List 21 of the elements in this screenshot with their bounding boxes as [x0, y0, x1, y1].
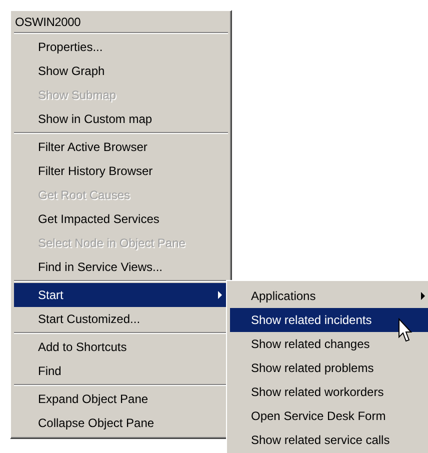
submenu-item[interactable]: Show related service calls — [230, 428, 428, 452]
submenu-item[interactable]: Applications — [230, 284, 428, 308]
submenu-item[interactable]: Show related changes — [230, 332, 428, 356]
menu-item[interactable]: Start Customized... — [14, 307, 228, 331]
menu-item[interactable]: Filter Active Browser — [14, 135, 228, 159]
menu-item[interactable]: Properties... — [14, 35, 228, 59]
menu-item[interactable]: Get Impacted Services — [14, 207, 228, 231]
menu-item[interactable]: Collapse Object Pane — [14, 411, 228, 435]
menu-item[interactable]: Find in Service Views... — [14, 255, 228, 279]
submenu-item[interactable]: Show related workorders — [230, 380, 428, 404]
menu-item[interactable]: Show Graph — [14, 59, 228, 83]
menu-item[interactable]: Add to Shortcuts — [14, 335, 228, 359]
menu-item[interactable]: Filter History Browser — [14, 159, 228, 183]
menu-item[interactable]: Start — [14, 283, 228, 307]
menu-item[interactable]: Show in Custom map — [14, 107, 228, 131]
menu-title: OSWIN2000 — [14, 14, 82, 31]
submenu-item[interactable]: Show related incidents — [230, 308, 428, 332]
menu-item[interactable]: Find — [14, 359, 228, 383]
submenu-item[interactable]: Open Service Desk Form — [230, 404, 428, 428]
menu-item[interactable]: Expand Object Pane — [14, 387, 228, 411]
submenu-item[interactable]: Show related problems — [230, 356, 428, 380]
